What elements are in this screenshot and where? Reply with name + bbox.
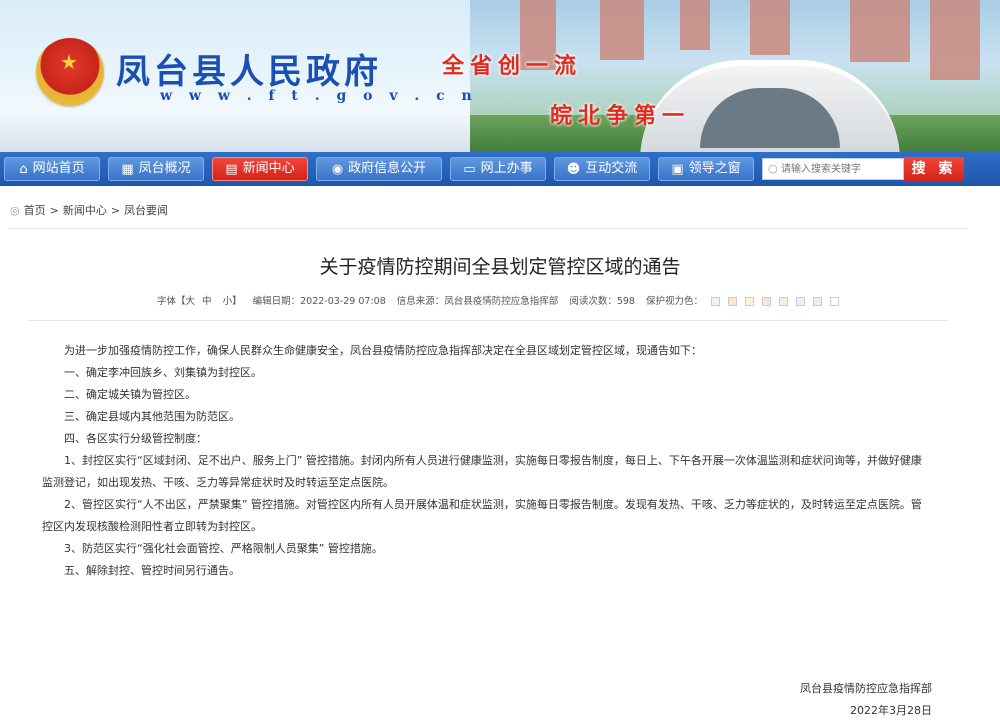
paragraph: 为进一步加强疫情防控工作，确保人民群众生命健康安全，凤台县疫情防控应急指挥部决定… xyxy=(64,344,702,357)
home-icon: ⌂ xyxy=(19,161,28,177)
slogan-line-1: 全省创一流 xyxy=(442,53,583,79)
breadcrumb-home[interactable]: 首页 xyxy=(24,202,46,218)
paragraph: 三、确定县域内其他范围为防范区。 xyxy=(64,410,240,423)
header-banner: ★ 凤台县人民政府 w w w . f t . g o v . c n 全省创一… xyxy=(0,0,1000,152)
eye-color-swatch[interactable] xyxy=(711,297,720,306)
building-icon: ▦ xyxy=(121,161,134,177)
nav-item-online-services[interactable]: ▭ 网上办事 xyxy=(450,157,546,181)
nav-label: 网站首页 xyxy=(32,161,85,176)
national-emblem-icon[interactable]: ★ xyxy=(36,38,104,106)
paragraph: 1、封控区实行“区域封闭、足不出户、服务上门” 管控措施。封闭内所有人员进行健康… xyxy=(42,454,922,489)
divider xyxy=(8,228,968,229)
font-size-small[interactable]: 小】 xyxy=(223,296,242,307)
newspaper-icon: ▤ xyxy=(225,161,238,177)
breadcrumb-separator: > xyxy=(49,203,59,217)
eye-color-swatch[interactable] xyxy=(745,297,754,306)
eye-color-swatch[interactable] xyxy=(830,297,839,306)
nav-item-home[interactable]: ⌂ 网站首页 xyxy=(4,157,100,181)
eye-color-swatch[interactable] xyxy=(762,297,771,306)
edit-date: 编辑日期：2022-03-29 07:08 xyxy=(252,296,386,307)
people-icon: ☻ xyxy=(566,161,581,177)
breadcrumb-news-center[interactable]: 新闻中心 xyxy=(63,202,107,218)
article-meta: 字体【大 中 小】 编辑日期：2022-03-29 07:08 信息来源：凤台县… xyxy=(0,293,1000,307)
banner-building xyxy=(600,0,644,60)
site-url: w w w . f t . g o v . c n xyxy=(160,88,478,104)
nav-label: 领导之窗 xyxy=(688,161,741,176)
document-icon: ▣ xyxy=(671,161,684,177)
nav-label: 互动交流 xyxy=(585,161,638,176)
article-title: 关于疫情防控期间全县划定管控区域的通告 xyxy=(319,256,681,278)
nav-item-interaction[interactable]: ☻ 互动交流 xyxy=(554,157,650,181)
nav-item-overview[interactable]: ▦ 凤台概况 xyxy=(108,157,204,181)
eye-color-swatch[interactable] xyxy=(728,297,737,306)
nav-label: 凤台概况 xyxy=(138,161,191,176)
nav-item-news[interactable]: ▤ 新闻中心 xyxy=(212,157,308,181)
banner-building xyxy=(850,0,910,62)
signature-block: 凤台县疫情防控应急指挥部 2022年3月28日 xyxy=(800,678,932,722)
paragraph: 一、确定李冲回族乡、刘集镇为封控区。 xyxy=(64,366,262,379)
eye-color-swatch[interactable] xyxy=(779,297,788,306)
search-box: ○ xyxy=(762,158,904,180)
breadcrumb-separator: > xyxy=(110,203,121,217)
eye-color-swatch[interactable] xyxy=(796,297,805,306)
banner-skyline xyxy=(0,110,470,152)
article-body: 为进一步加强疫情防控工作，确保人民群众生命健康安全，凤台县疫情防控应急指挥部决定… xyxy=(42,340,932,582)
font-size-medium[interactable]: 中 xyxy=(202,296,212,307)
site-title[interactable]: 凤台县人民政府 xyxy=(116,44,382,93)
read-count: 阅读次数：598 xyxy=(569,296,635,307)
breadcrumb-current[interactable]: 凤台要闻 xyxy=(124,202,168,218)
paragraph: 2、管控区实行“人不出区，严禁聚集” 管控措施。对管控区内所有人员开展体温和症状… xyxy=(42,498,922,533)
info-source: 信息来源：凤台县疫情防控应急指挥部 xyxy=(396,296,559,307)
paragraph: 四、各区实行分级管控制度： xyxy=(64,432,207,445)
font-size-large[interactable]: 字体【大 xyxy=(157,296,195,307)
eye-color-label: 保护视力色： xyxy=(645,296,703,307)
eye-color-swatch[interactable] xyxy=(813,297,822,306)
banner-building xyxy=(680,0,710,50)
slogan-line-2: 皖北争第一 xyxy=(550,103,691,129)
banner-building xyxy=(930,0,980,80)
banner-building xyxy=(750,0,790,55)
nav-item-gov-info[interactable]: ◉ 政府信息公开 xyxy=(316,157,442,181)
location-pin-icon: ◎ xyxy=(10,203,20,217)
divider xyxy=(28,320,948,321)
signature-date: 2022年3月28日 xyxy=(850,704,932,717)
search-button[interactable]: 搜 索 xyxy=(904,157,964,181)
nav-label: 政府信息公开 xyxy=(348,161,427,176)
paragraph: 二、确定城关镇为管控区。 xyxy=(64,388,196,401)
paragraph: 五、解除封控、管控时间另行通告。 xyxy=(64,564,240,577)
compass-icon: ◉ xyxy=(331,161,344,177)
signature: 凤台县疫情防控应急指挥部 xyxy=(800,682,932,695)
nav-label: 网上办事 xyxy=(480,161,533,176)
search-icon: ○ xyxy=(768,162,778,175)
paragraph: 3、防范区实行“强化社会面管控、严格限制人员聚集” 管控措施。 xyxy=(64,542,383,555)
eye-color-swatches xyxy=(707,296,843,307)
nav-item-leaders[interactable]: ▣ 领导之窗 xyxy=(658,157,754,181)
breadcrumb: ◎ 首页 > 新闻中心 > 凤台要闻 xyxy=(10,202,168,218)
nav-label: 新闻中心 xyxy=(242,161,295,176)
monitor-icon: ▭ xyxy=(463,161,476,177)
search-input[interactable] xyxy=(781,161,901,177)
